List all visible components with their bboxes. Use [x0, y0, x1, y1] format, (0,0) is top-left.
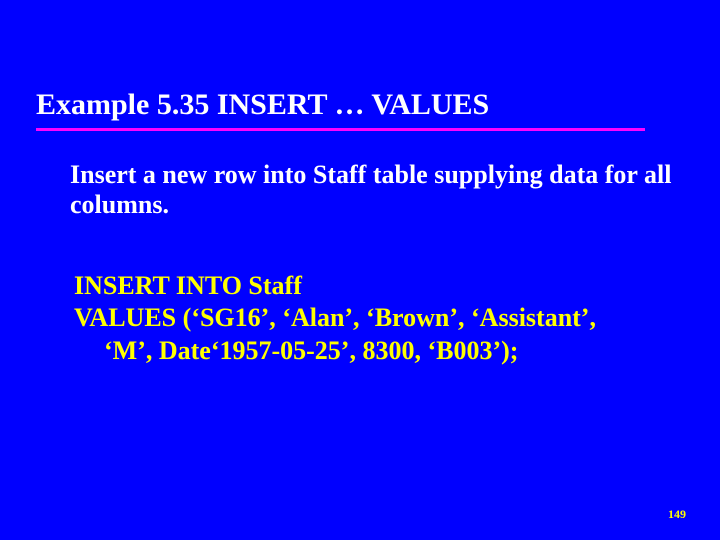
page-number: 149: [668, 507, 686, 522]
title-block: Example 5.35 INSERT … VALUES: [36, 88, 684, 131]
sql-line-2: VALUES (‘SG16’, ‘Alan’, ‘Brown’, ‘Assist…: [74, 302, 680, 335]
description-text: Insert a new row into Staff table supply…: [70, 160, 680, 220]
sql-line-3: ‘M’, Date‘1957-05-25’, 8300, ‘B003’);: [74, 335, 680, 368]
title-underline: [36, 128, 645, 131]
slide-title: Example 5.35 INSERT … VALUES: [36, 88, 684, 128]
sql-line-1: INSERT INTO Staff: [74, 270, 680, 303]
sql-block: INSERT INTO Staff VALUES (‘SG16’, ‘Alan’…: [70, 270, 680, 368]
body-block: Insert a new row into Staff table supply…: [70, 160, 680, 367]
